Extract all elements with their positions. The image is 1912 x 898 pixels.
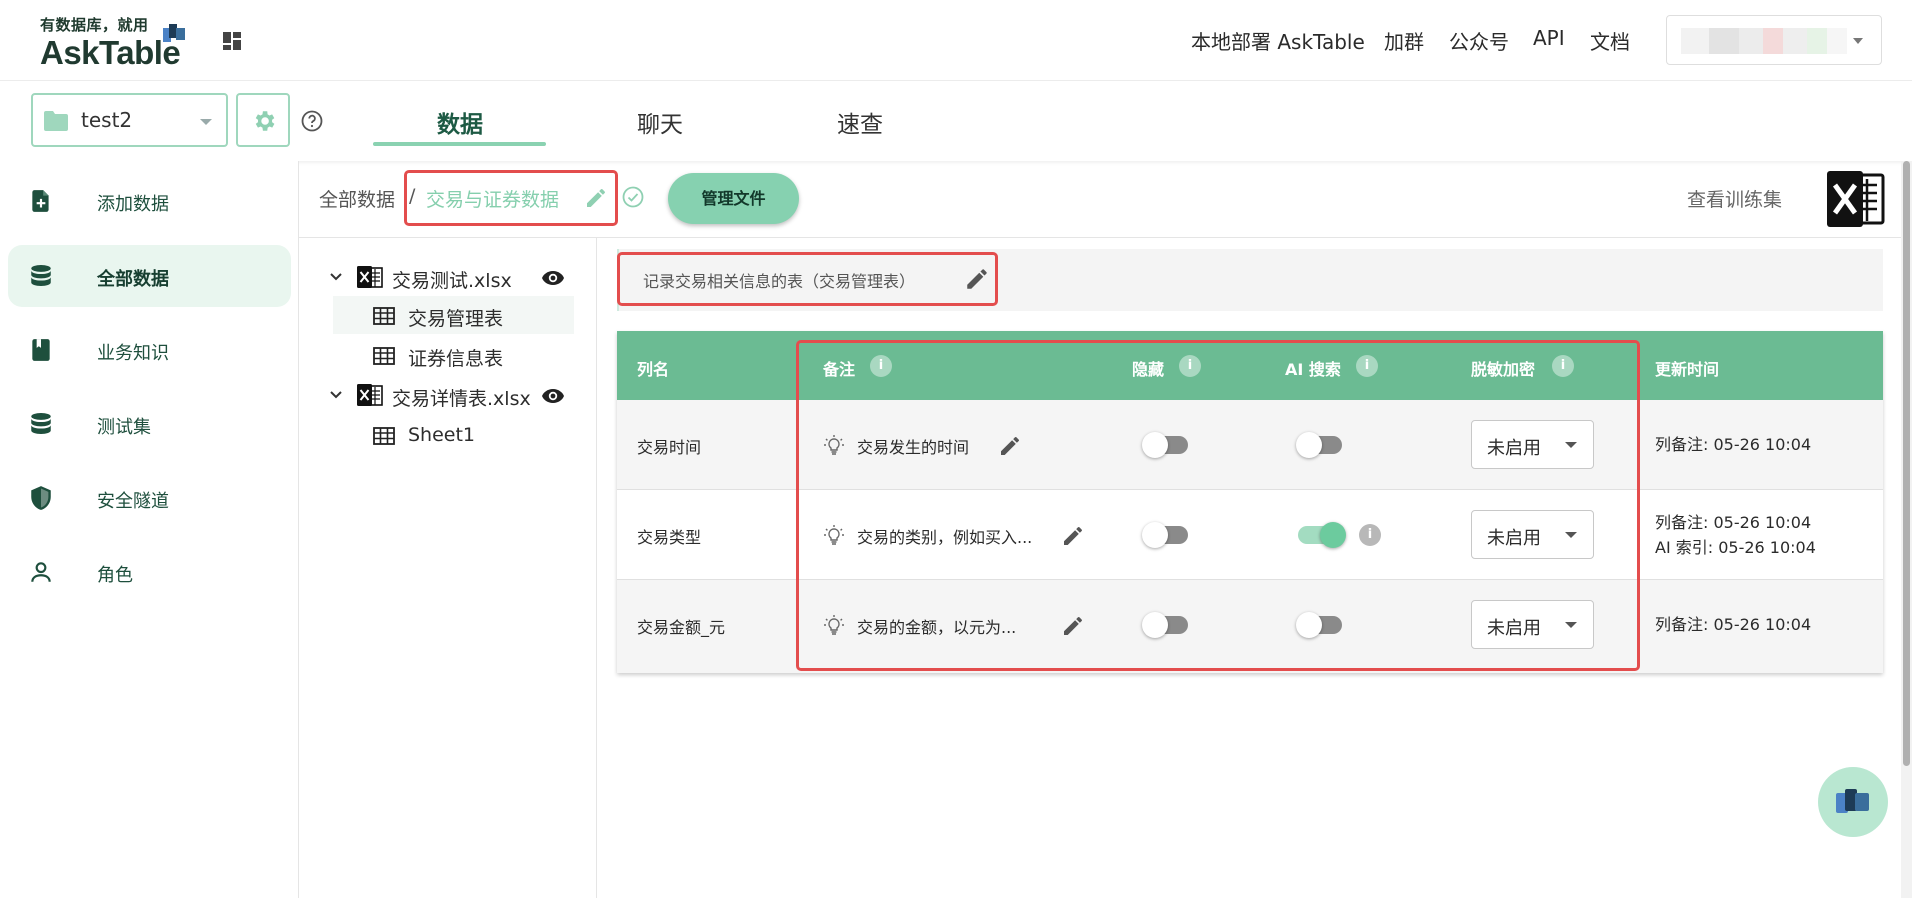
tree-table-item[interactable]: Sheet1 <box>299 416 597 454</box>
nav-api[interactable]: API <box>1533 26 1565 50</box>
ai-index-time: AI 索引: 05-26 10:04 <box>1655 538 1816 557</box>
top-header: 有数据库，就用 AskTable 本地部署 AskTable 加群 公众号 AP… <box>0 0 1912 81</box>
sidebar-item-label: 角色 <box>97 565 133 586</box>
user-menu[interactable] <box>1666 15 1882 65</box>
folder-icon <box>44 111 68 131</box>
sidebar-item-add-data[interactable]: 添加数据 <box>8 170 291 232</box>
column-name: 交易类型 <box>637 528 702 547</box>
header-updated-time: 更新时间 <box>1655 360 1720 379</box>
sidebar-item-label: 安全隧道 <box>97 491 169 512</box>
updated-time: 列备注: 05-26 10:04 <box>1655 615 1812 634</box>
updated-time: 列备注: 05-26 10:04 <box>1655 435 1812 454</box>
eye-icon[interactable] <box>541 388 565 404</box>
file-tree: 交易测试.xlsx 交易管理表 证券信息表 交易详情表.xlsx Sheet1 <box>299 238 597 898</box>
logo[interactable]: 有数据库，就用 AskTable <box>40 14 200 71</box>
database-icon <box>31 264 51 286</box>
tab-data[interactable]: 数据 <box>375 105 545 139</box>
column-name: 交易时间 <box>637 438 702 457</box>
table-grid-icon <box>373 347 395 365</box>
tree-file-name: 交易详情表.xlsx <box>392 388 531 410</box>
person-icon <box>31 562 51 582</box>
highlight-box <box>617 252 998 306</box>
sidebar-item-label: 测试集 <box>97 417 151 438</box>
tab-chat[interactable]: 聊天 <box>575 105 745 139</box>
tree-table-item[interactable]: 证券信息表 <box>299 336 597 374</box>
sidebar-item-security-tunnel[interactable]: 安全隧道 <box>8 467 291 529</box>
manage-files-button[interactable]: 管理文件 <box>668 173 799 224</box>
file-add-icon <box>32 190 49 212</box>
assistant-fab-button[interactable] <box>1818 767 1888 837</box>
sidebar-item-all-data[interactable]: 全部数据 <box>8 245 291 307</box>
chevron-down-icon <box>200 119 212 125</box>
tree-file-name: 交易测试.xlsx <box>392 270 512 292</box>
table-grid-icon <box>373 427 395 445</box>
sidebar-item-label: 添加数据 <box>97 194 169 215</box>
scrollbar[interactable] <box>1901 161 1912 898</box>
column-name: 交易金额_元 <box>637 618 726 637</box>
tree-table-name: 证券信息表 <box>408 348 504 370</box>
updated-time: 列备注: 05-26 10:04 <box>1655 513 1812 532</box>
chevron-down-icon <box>1853 38 1863 44</box>
scrollbar-thumb[interactable] <box>1903 161 1910 766</box>
dashboard-icon[interactable] <box>221 30 243 52</box>
excel-icon <box>357 384 383 406</box>
shield-icon <box>31 486 51 510</box>
eye-icon[interactable] <box>541 270 565 286</box>
table-grid-icon <box>373 307 395 325</box>
excel-icon[interactable] <box>1827 171 1885 227</box>
tree-file[interactable]: 交易测试.xlsx <box>299 258 597 296</box>
sidebar-item-test-set[interactable]: 测试集 <box>8 393 291 455</box>
sidebar-item-roles[interactable]: 角色 <box>8 541 291 603</box>
highlight-box <box>796 340 1640 671</box>
excel-icon <box>357 266 383 288</box>
view-training-set-link[interactable]: 查看训练集 <box>1687 185 1782 212</box>
check-circle-icon[interactable] <box>621 185 645 209</box>
settings-button[interactable] <box>236 93 290 147</box>
sidebar: 添加数据 全部数据 业务知识 测试集 安全隧道 角色 <box>0 161 299 898</box>
breadcrumb-root[interactable]: 全部数据 <box>319 185 395 212</box>
tree-table-name: Sheet1 <box>408 424 476 446</box>
nav-local-deploy[interactable]: 本地部署 AskTable <box>1191 26 1365 55</box>
gear-icon <box>255 111 275 131</box>
tree-file[interactable]: 交易详情表.xlsx <box>299 376 597 414</box>
help-icon[interactable] <box>300 109 324 133</box>
nav-join-group[interactable]: 加群 <box>1384 26 1424 55</box>
avatar <box>1681 28 1847 54</box>
active-tab-indicator <box>373 142 546 146</box>
project-toolbar: test2 数据 聊天 速查 <box>0 81 1912 161</box>
database-icon <box>31 412 51 434</box>
sidebar-item-business-knowledge[interactable]: 业务知识 <box>8 319 291 381</box>
highlight-box <box>404 170 618 226</box>
nav-docs[interactable]: 文档 <box>1590 26 1630 55</box>
tree-table-item[interactable]: 交易管理表 <box>333 296 574 334</box>
tree-table-name: 交易管理表 <box>408 308 504 330</box>
brand-mark-icon <box>163 24 185 42</box>
sidebar-item-label: 全部数据 <box>97 269 169 290</box>
sidebar-item-label: 业务知识 <box>97 343 169 364</box>
nav-wechat[interactable]: 公众号 <box>1449 26 1509 55</box>
brand-mark-icon <box>1836 789 1869 813</box>
breadcrumb: 全部数据 / 交易与证券数据 管理文件 查看训练集 <box>299 161 1902 238</box>
header-column-name: 列名 <box>637 360 670 379</box>
chevron-down-icon[interactable] <box>329 388 343 402</box>
project-select[interactable]: test2 <box>31 93 228 147</box>
tab-quick-lookup[interactable]: 速查 <box>775 105 945 139</box>
project-name: test2 <box>81 108 133 132</box>
chevron-down-icon[interactable] <box>329 270 343 284</box>
book-icon <box>32 339 50 361</box>
